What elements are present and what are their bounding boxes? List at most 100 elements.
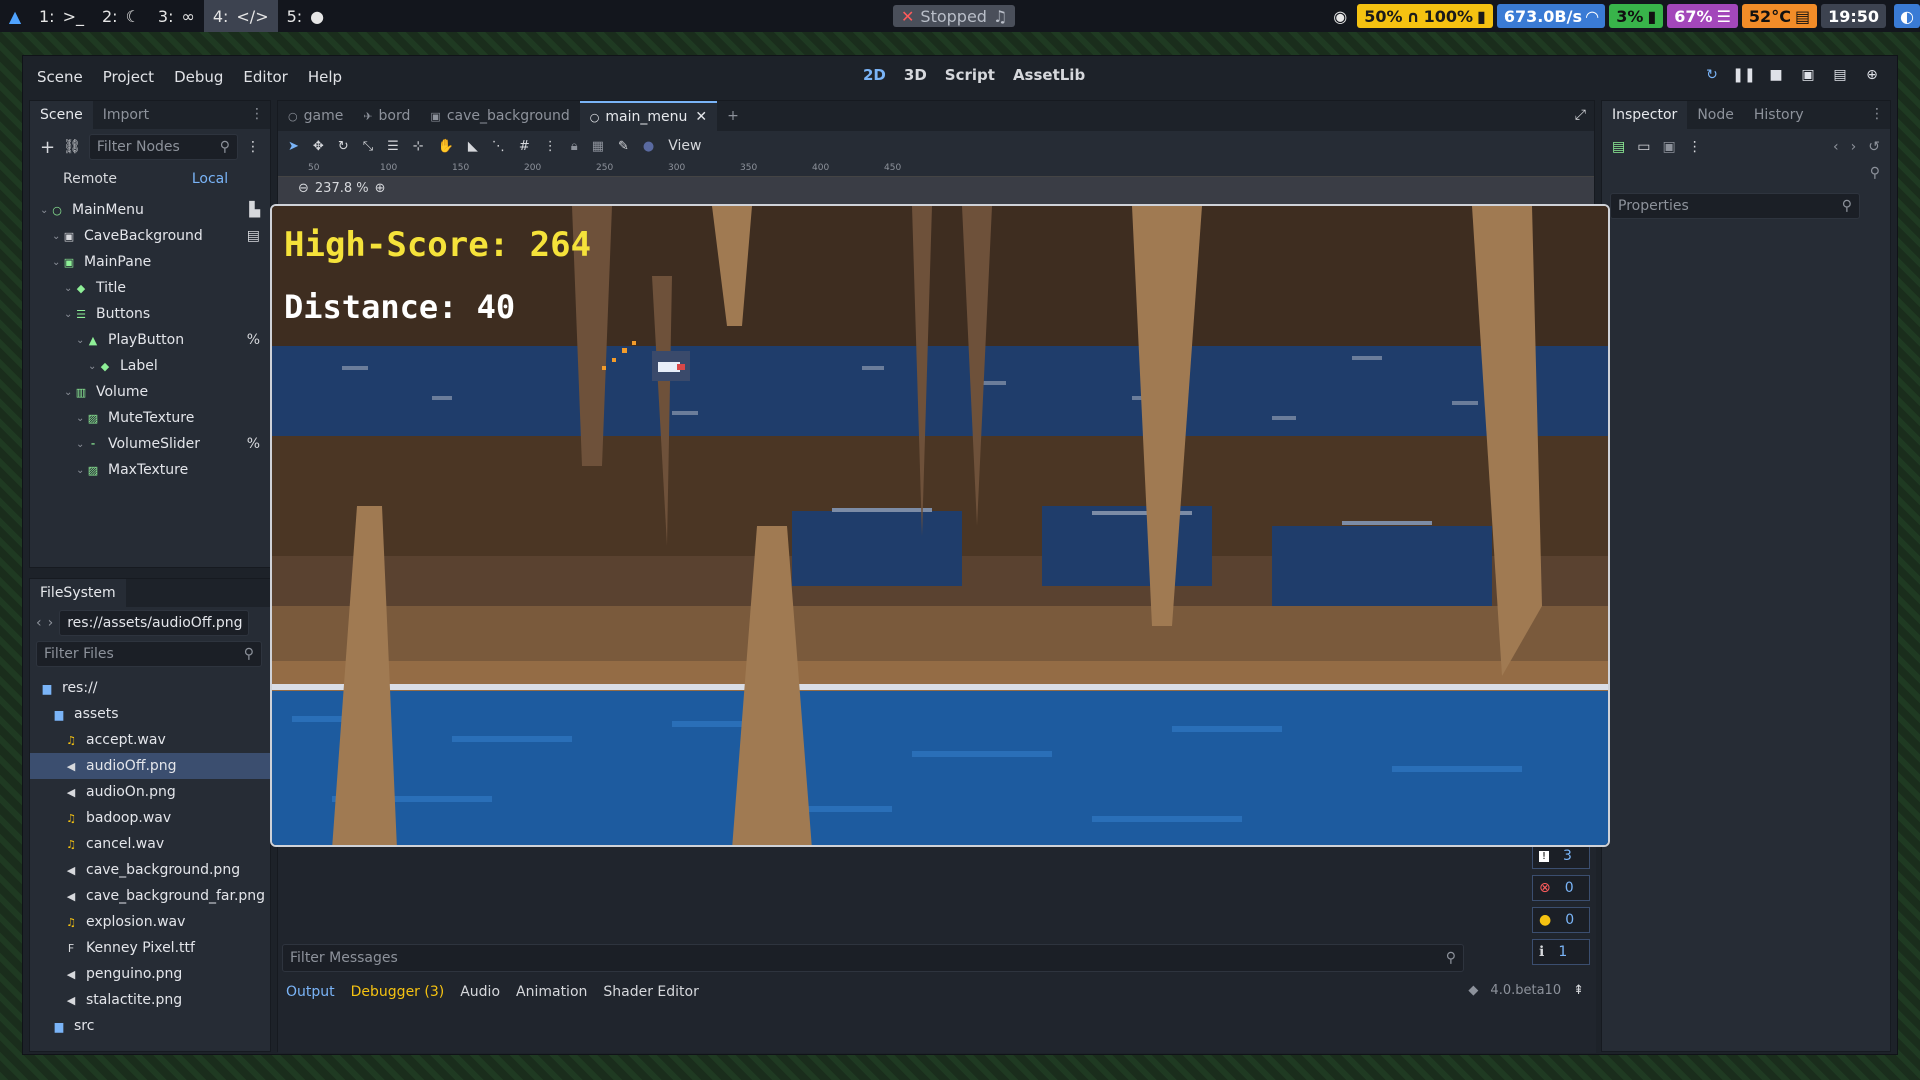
- workspace-4[interactable]: 4: </>: [203, 0, 278, 32]
- file-item[interactable]: ▆ assets: [30, 701, 270, 727]
- history-forward-icon[interactable]: ›: [1851, 139, 1857, 155]
- scale-mode-icon[interactable]: ⤡: [363, 139, 373, 154]
- clapper-icon[interactable]: ▤: [247, 228, 260, 244]
- run-custom-scene-icon[interactable]: ▤: [1827, 62, 1853, 88]
- dock-menu-icon[interactable]: ⋮: [1870, 106, 1884, 122]
- lock-icon[interactable]: 🔒︎: [571, 139, 578, 154]
- scene-node[interactable]: ⌄ ▨ MaxTexture: [30, 457, 270, 483]
- scene-node[interactable]: ⌄ ▥ Volume: [30, 379, 270, 405]
- main-view-script[interactable]: Script: [945, 66, 995, 84]
- file-item[interactable]: ♫ cancel.wav: [30, 831, 270, 857]
- filter-files-input[interactable]: Filter Files ⚲: [36, 641, 262, 667]
- snap-options-icon[interactable]: ⋮: [544, 139, 557, 154]
- expand-arrow-icon[interactable]: ⌄: [64, 309, 74, 320]
- bottom-tab-audio[interactable]: Audio: [460, 984, 500, 1000]
- info-filter[interactable]: ℹ1: [1532, 939, 1590, 965]
- tab-scene[interactable]: Scene: [30, 101, 93, 129]
- bottom-tab-animation[interactable]: Animation: [516, 984, 587, 1000]
- tab-inspector[interactable]: Inspector: [1602, 101, 1688, 129]
- scene-node[interactable]: ⌄ ☰ Buttons: [30, 301, 270, 327]
- history-back-icon[interactable]: ‹: [1833, 139, 1839, 155]
- workspace-3[interactable]: 3: ∞: [149, 0, 204, 32]
- scene-node[interactable]: ⌄ ◆ Label: [30, 353, 270, 379]
- file-item[interactable]: ♫ explosion.wav: [30, 909, 270, 935]
- pin-panel-icon[interactable]: ⇞: [1573, 983, 1584, 998]
- menu-project[interactable]: Project: [103, 68, 154, 86]
- script-icon[interactable]: ▙: [249, 202, 260, 218]
- file-item[interactable]: ◀ cave_background_far.png: [30, 883, 270, 909]
- filter-messages-input[interactable]: Filter Messages ⚲: [282, 944, 1464, 972]
- local-tab[interactable]: Local: [150, 171, 270, 187]
- scene-tab-game[interactable]: ○ game: [278, 101, 353, 131]
- distraction-free-icon[interactable]: ⤢: [1575, 107, 1586, 123]
- scene-tab-bord[interactable]: ✈ bord: [353, 101, 420, 131]
- launcher-logo-icon[interactable]: ▲: [0, 0, 30, 32]
- tab-node[interactable]: Node: [1687, 101, 1744, 129]
- workspace-2[interactable]: 2: ☾: [93, 0, 149, 32]
- workspace-1[interactable]: 1: >_: [30, 0, 93, 32]
- main-view-2d[interactable]: 2D: [863, 66, 886, 84]
- scene-more-icon[interactable]: ⋮: [246, 139, 260, 155]
- file-item[interactable]: F Kenney Pixel.ttf: [30, 935, 270, 961]
- filter-nodes-input[interactable]: Filter Nodes ⚲: [88, 134, 238, 160]
- scene-node[interactable]: ⌄ ▣ MainPane: [30, 249, 270, 275]
- zoom-value[interactable]: 237.8 %: [315, 181, 369, 196]
- camera-override-icon[interactable]: ●: [643, 139, 654, 154]
- tab-import[interactable]: Import: [93, 101, 159, 129]
- expand-arrow-icon[interactable]: ⌄: [76, 465, 86, 476]
- select-mode-icon[interactable]: ➤: [288, 139, 299, 154]
- scene-tab-cave_background[interactable]: ▣ cave_background: [420, 101, 579, 131]
- file-item[interactable]: ◀ stalactite.png: [30, 987, 270, 1013]
- file-item[interactable]: ♫ accept.wav: [30, 727, 270, 753]
- stop-icon[interactable]: ■: [1763, 62, 1789, 88]
- zoom-in-icon[interactable]: ⊕: [375, 181, 386, 196]
- restart-icon[interactable]: ↻: [1699, 62, 1725, 88]
- unique-name-badge[interactable]: %: [247, 436, 260, 452]
- warnings-filter[interactable]: ● 0: [1532, 907, 1590, 933]
- expand-arrow-icon[interactable]: ⌄: [64, 387, 74, 398]
- clock[interactable]: 19:50: [1821, 4, 1886, 28]
- scene-node[interactable]: ⌄ ▣ CaveBackground ▤: [30, 223, 270, 249]
- temperature-status[interactable]: 52°C ▤: [1741, 4, 1818, 28]
- bottom-tab-debugger[interactable]: Debugger (3): [351, 984, 445, 1000]
- scene-node[interactable]: ⌄ ▨ MuteTexture: [30, 405, 270, 431]
- workspace-5[interactable]: 5: ●: [278, 0, 334, 32]
- link-icon[interactable]: ⛓: [63, 139, 81, 155]
- pan-mode-icon[interactable]: ✋: [438, 139, 454, 154]
- dock-menu-icon[interactable]: ⋮: [250, 106, 264, 122]
- filter-properties-input[interactable]: Properties ⚲: [1610, 193, 1860, 219]
- expand-arrow-icon[interactable]: ⌄: [52, 231, 62, 242]
- filesystem-tab[interactable]: FileSystem: [30, 579, 126, 607]
- scene-node[interactable]: ⌄ ⁃ VolumeSlider%: [30, 431, 270, 457]
- move-mode-icon[interactable]: ✥: [313, 139, 324, 154]
- pivot-icon[interactable]: ⊹: [413, 139, 424, 154]
- file-item[interactable]: ♫ badoop.wav: [30, 805, 270, 831]
- file-item[interactable]: ▆ src: [30, 1013, 270, 1039]
- unique-name-badge[interactable]: %: [247, 332, 260, 348]
- scene-node[interactable]: ⌄ ◆ Title: [30, 275, 270, 301]
- tray-icon[interactable]: ◐: [1894, 4, 1920, 28]
- ruler-mode-icon[interactable]: ◣: [468, 139, 478, 154]
- bottom-tab-shader[interactable]: Shader Editor: [603, 984, 698, 1000]
- file-item[interactable]: ▆ res://: [30, 675, 270, 701]
- main-view-assetlib[interactable]: AssetLib: [1013, 66, 1085, 84]
- forward-arrow-icon[interactable]: ›: [48, 615, 54, 631]
- expand-arrow-icon[interactable]: ⌄: [76, 413, 86, 424]
- memory-status[interactable]: 67% ☰: [1667, 4, 1738, 28]
- expand-arrow-icon[interactable]: ⌄: [88, 361, 98, 372]
- new-resource-icon[interactable]: ▤: [1612, 139, 1625, 155]
- movie-maker-icon[interactable]: ⊕: [1859, 62, 1885, 88]
- menu-editor[interactable]: Editor: [243, 68, 287, 86]
- media-status[interactable]: ✕ Stopped ♫: [893, 5, 1016, 27]
- cpu-status[interactable]: 3% ▮: [1609, 4, 1664, 28]
- view-menu[interactable]: View: [668, 138, 701, 154]
- add-scene-tab-icon[interactable]: +: [717, 101, 749, 131]
- zoom-out-icon[interactable]: ⊖: [298, 181, 309, 196]
- expand-arrow-icon[interactable]: ⌄: [40, 205, 50, 216]
- inspector-more-icon[interactable]: ⋮: [1688, 139, 1702, 155]
- errors-filter[interactable]: ⊗ 0: [1532, 875, 1590, 901]
- run-current-scene-icon[interactable]: ▣: [1795, 62, 1821, 88]
- expand-arrow-icon[interactable]: ⌄: [76, 439, 86, 450]
- add-node-icon[interactable]: +: [40, 137, 55, 158]
- close-tab-icon[interactable]: ✕: [695, 109, 707, 125]
